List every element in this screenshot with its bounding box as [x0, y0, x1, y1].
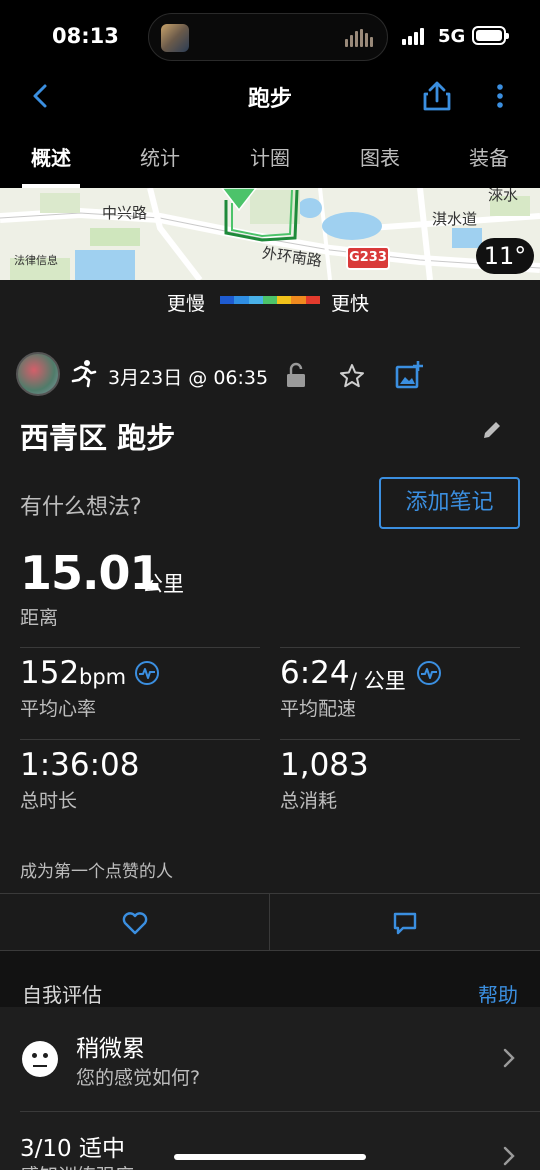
dynamic-island[interactable]	[148, 13, 388, 61]
distance-label: 距离	[20, 607, 59, 629]
divider	[280, 739, 520, 740]
legend-slower-label: 更慢	[167, 293, 206, 315]
pace-value: 6:24	[280, 655, 350, 691]
audio-waveform-icon	[345, 29, 373, 47]
divider	[280, 647, 520, 648]
now-playing-thumbnail	[161, 24, 189, 52]
divider	[20, 739, 260, 740]
status-bar: 08:13 5G	[0, 0, 540, 75]
feeling-title: 稍微累	[76, 1036, 145, 1062]
route-map[interactable]: 中兴路 外环南路 淇水道 淶水 法律信息 G233 11°	[0, 188, 540, 280]
unlock-icon[interactable]	[284, 362, 308, 388]
effort-subtitle: 感知训练强度	[20, 1161, 134, 1170]
distance-value: 15.01	[20, 546, 162, 600]
pace-legend: 更慢 更快	[0, 280, 540, 326]
duration-value: 1:36:08	[20, 747, 140, 783]
tab-laps[interactable]: 计圈	[230, 142, 310, 171]
tab-stats[interactable]: 统计	[120, 142, 200, 171]
effort-row[interactable]: 3/10 适中 感知训练强度	[0, 1111, 540, 1170]
edit-pencil-icon[interactable]	[480, 418, 504, 442]
legal-info-link[interactable]: 法律信息	[14, 252, 58, 268]
navigation-bar: 跑步	[0, 75, 540, 120]
add-photo-icon[interactable]	[394, 360, 424, 390]
heart-rate-label: 平均心率	[20, 698, 97, 720]
feeling-subtitle: 您的感觉如何?	[76, 1067, 201, 1089]
network-type: 5G	[438, 26, 466, 47]
tab-overview[interactable]: 概述	[11, 142, 91, 171]
add-note-button[interactable]: 添加笔记	[379, 477, 520, 529]
heart-rate-pulse-icon[interactable]	[134, 660, 160, 686]
activity-title: 西青区 跑步	[20, 421, 176, 455]
highway-badge: G233	[346, 246, 390, 270]
page-title: 跑步	[247, 87, 292, 112]
neutral-face-icon	[22, 1041, 58, 1077]
legend-faster-label: 更快	[331, 293, 370, 315]
activity-datetime: 3月23日 @ 06:35	[108, 367, 269, 389]
heart-rate-value: 152	[20, 655, 80, 691]
pace-label: 平均配速	[280, 698, 357, 720]
tab-gear[interactable]: 装备	[449, 142, 529, 171]
pace-color-swatch	[291, 296, 306, 304]
pace-pulse-icon[interactable]	[416, 660, 442, 686]
duration-label: 总时长	[20, 790, 78, 812]
calories-value: 1,083	[280, 747, 369, 783]
chevron-right-icon	[503, 1146, 515, 1166]
social-action-bar	[0, 893, 540, 952]
map-graphic	[0, 188, 540, 280]
pace-color-swatch	[234, 296, 249, 304]
pace-color-swatch	[220, 296, 235, 304]
feeling-row[interactable]: 稍微累 您的感觉如何?	[0, 1007, 540, 1111]
avatar[interactable]	[16, 352, 60, 396]
pace-color-swatch	[262, 296, 278, 304]
thoughts-prompt: 有什么想法?	[20, 495, 142, 520]
pace-color-swatch	[277, 296, 292, 304]
pace-color-swatch	[248, 296, 263, 304]
running-icon	[71, 360, 97, 388]
pace-color-scale	[220, 296, 320, 304]
help-link[interactable]: 帮助	[478, 979, 518, 1008]
home-indicator[interactable]	[174, 1154, 366, 1160]
cellular-signal-icon	[402, 27, 424, 45]
section-title: 自我评估	[22, 983, 102, 1007]
map-label-road: 淇水道	[432, 210, 478, 228]
map-label-road: 淶水	[488, 188, 519, 204]
divider	[20, 1111, 540, 1112]
map-label-road: 中兴路	[102, 204, 148, 222]
temperature-badge: 11°	[476, 238, 534, 274]
status-time: 08:13	[52, 24, 119, 48]
likes-text: 成为第一个点赞的人	[20, 862, 173, 882]
divider	[269, 894, 270, 952]
divider	[20, 647, 260, 648]
battery-icon	[472, 26, 509, 45]
chevron-right-icon	[503, 1048, 515, 1068]
effort-title: 3/10 适中	[20, 1136, 125, 1162]
pace-unit: / 公里	[350, 669, 406, 693]
tab-charts[interactable]: 图表	[340, 142, 420, 171]
calories-label: 总消耗	[280, 790, 338, 812]
distance-unit: 公里	[142, 572, 184, 596]
comment-icon[interactable]	[391, 910, 419, 936]
share-icon[interactable]	[420, 79, 454, 113]
self-evaluation-header: 自我评估 帮助	[0, 951, 540, 1007]
like-heart-icon[interactable]	[121, 910, 149, 936]
tab-bar: 概述 统计 计圈 图表 装备	[0, 120, 540, 188]
pace-color-swatch	[305, 296, 320, 304]
more-vertical-icon[interactable]	[490, 81, 510, 111]
star-icon[interactable]	[338, 362, 366, 390]
heart-rate-unit: bpm	[79, 665, 127, 689]
